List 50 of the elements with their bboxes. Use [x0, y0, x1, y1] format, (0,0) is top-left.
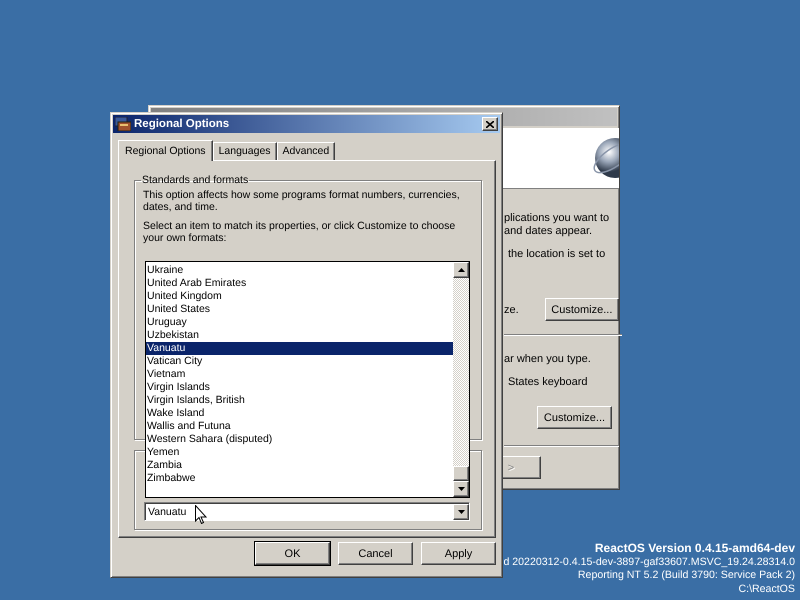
list-item[interactable]: Zambia [146, 459, 453, 472]
instruction-text: Select an item to match its properties, or click Customize to choose your own formats: [143, 220, 456, 244]
dialog-button[interactable]: OK [255, 542, 330, 565]
list-item[interactable]: Vatican City [146, 355, 453, 368]
list-item[interactable]: Yemen [146, 446, 453, 459]
description-text: This option affects how some programs format numbers, currencies, dates, and time. [143, 189, 461, 213]
list-item[interactable]: Vietnam [146, 368, 453, 381]
tab[interactable]: Advanced [276, 142, 336, 160]
list-item[interactable]: Uruguay [146, 316, 453, 329]
list-item[interactable]: Ukraine [146, 264, 453, 277]
list-item[interactable]: Virgin Islands [146, 381, 453, 394]
dialog-button[interactable]: Apply [421, 542, 496, 565]
version-text: ReactOS Version 0.4.15-amd64-dev [594, 542, 795, 556]
keyboard-text: States keyboard [507, 376, 588, 389]
list-item[interactable]: Wallis and Futuna [146, 420, 453, 433]
list-item[interactable]: Zimbabwe [146, 472, 453, 485]
group-title: Standards and formats [141, 174, 250, 186]
scroll-thumb[interactable] [453, 466, 469, 481]
window-icon [115, 117, 131, 131]
scroll-up-button[interactable] [453, 262, 469, 278]
location-combo-box[interactable]: Vanuatu [144, 502, 470, 521]
window-title: Regional Options [134, 118, 230, 130]
tab[interactable]: Languages [212, 142, 277, 160]
customize-button[interactable]: Customize... [537, 406, 612, 429]
close-button[interactable] [482, 117, 498, 131]
scroll-bar[interactable] [453, 262, 469, 497]
customize-button[interactable]: Customize... [544, 298, 619, 321]
list-item[interactable]: Wake Island [146, 407, 453, 420]
list-item[interactable]: Virgin Islands, British [146, 394, 453, 407]
input-text: ar when you type. [504, 353, 592, 366]
list-item[interactable]: Vanuatu [146, 342, 453, 355]
close-icon [486, 120, 494, 128]
location-text: the location is set to [507, 248, 606, 261]
list-item[interactable]: United States [146, 303, 453, 316]
list-item[interactable]: United Kingdom [146, 290, 453, 303]
note-text: ze. [504, 304, 519, 316]
mouse-pointer-icon [195, 505, 207, 524]
version-text: Reporting NT 5.2 (Build 3790: Service Pack 2) [576, 569, 795, 584]
list-item[interactable]: United Arab Emirates [146, 277, 453, 290]
version-text: C:\ReactOS [737, 583, 795, 597]
scroll-down-button[interactable] [453, 481, 469, 497]
up-arrow-icon [458, 268, 464, 272]
tab[interactable]: Regional Options [118, 140, 213, 161]
description-text: plications you want to and dates appear. [504, 212, 610, 238]
list-item[interactable]: Western Sahara (disputed) [146, 433, 453, 446]
version-text: d 20220312-0.4.15-dev-3897-gaf33607.MSVC_19.24.28314.0 [503, 556, 795, 570]
down-arrow-icon [458, 510, 464, 514]
down-arrow-icon [458, 487, 464, 491]
list-item[interactable]: Uzbekistan [146, 329, 453, 342]
dialog-button[interactable]: Cancel [338, 542, 413, 565]
